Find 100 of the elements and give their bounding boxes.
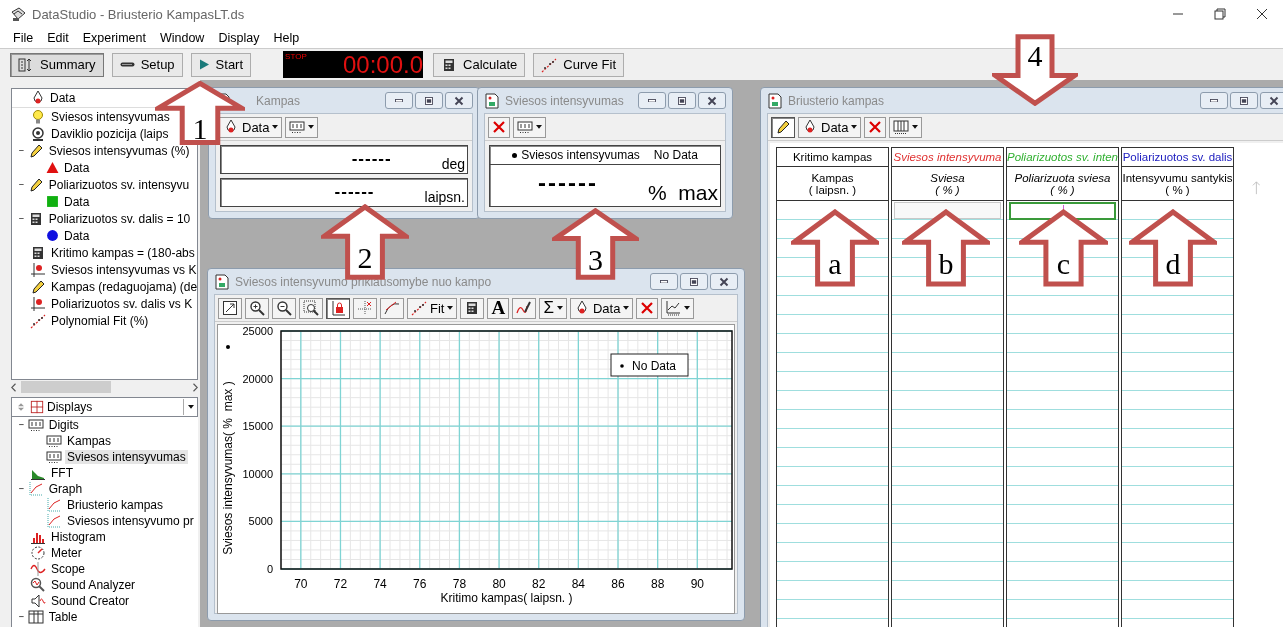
column-header: Intensyvumu santykis [1122,171,1233,184]
tree-item[interactable]: Meter [49,546,84,560]
digits-format-button[interactable] [285,116,319,138]
setup-button[interactable]: Setup [111,52,183,77]
collapse-icon[interactable] [18,217,25,220]
data-lock-button[interactable] [326,297,350,319]
delete-button[interactable] [864,116,887,138]
minimize-button[interactable] [385,92,413,109]
zoom-out-button[interactable] [272,297,296,319]
statistics-button[interactable]: Σ [539,297,567,319]
close-button[interactable] [1260,92,1283,109]
tree-item[interactable]: Data [62,160,92,175]
table-cell[interactable] [894,202,1001,219]
window-title: Sviesos intensyvumo priklausomybe nuo kampo [235,274,492,289]
note-button[interactable] [512,297,537,319]
fit-button[interactable]: Curve Fit [533,52,624,77]
zoom-select-icon [303,300,319,316]
tree-item[interactable]: Poliarizuotos sv. intensyvu [46,177,192,192]
tree-item[interactable]: Sound Creator [49,594,132,608]
menu-item[interactable]: Display [211,31,267,45]
close-button[interactable] [445,92,473,109]
data-button[interactable]: Data [219,116,283,138]
zoom-select-button[interactable] [299,297,323,319]
caret-icon [187,405,194,409]
callout-label: b [937,248,955,280]
data-button[interactable]: Data [569,297,634,319]
maximize-button[interactable] [668,92,696,109]
columns-button[interactable] [889,116,923,138]
maximize-button[interactable] [415,92,443,109]
tree-item[interactable]: Kritimo kampas = (180-abs [49,245,197,260]
tree-item[interactable]: Data [62,228,92,243]
grid-icon [30,400,44,414]
axis-tick-label: 74 [373,577,387,591]
tree-item[interactable]: Sviesos intensyvumas (%) [46,143,192,158]
delete-button[interactable] [636,297,659,319]
tree-item[interactable]: Daviklio pozicija (laips [49,126,171,141]
minimize-icon [648,98,656,103]
column-header: Poliarizuota sviesa [1014,171,1111,184]
minimize-button[interactable] [1200,92,1228,109]
slope-tool-button[interactable] [380,297,404,319]
tree-item[interactable]: Digits [46,418,81,432]
tree-item[interactable]: Graph [46,482,85,496]
summary-button[interactable]: Summary [10,52,104,77]
drop-icon [223,119,239,135]
menu-item[interactable]: Experiment [75,31,153,45]
tree-item[interactable]: Sviesos intensyvumo pr [65,514,196,528]
calculate-button[interactable]: Calculate [433,52,526,77]
maximize-button[interactable] [680,273,708,290]
zoom-in-button[interactable] [245,297,269,319]
calculator-button[interactable] [460,297,485,319]
tree-item[interactable]: Data [62,194,92,209]
close-button[interactable] [710,273,738,290]
table-cell[interactable] [1009,202,1116,220]
tree-item[interactable]: Sviesos intensyvumas [65,450,188,464]
minimize-button[interactable] [650,273,678,290]
graph-settings-button[interactable] [661,297,695,319]
tree-item[interactable]: FFT [49,466,75,480]
text-button[interactable]: A [487,297,510,319]
edit-button[interactable] [771,116,795,138]
maximize-button[interactable] [1230,92,1258,109]
scrollbar-thumb[interactable] [21,381,111,393]
line-graph-icon [46,513,62,529]
tree-item[interactable]: Polynomial Fit (%) [49,313,151,328]
tree-item[interactable]: Poliarizuotos sv. dalis vs K [49,296,195,311]
digits-icon [46,433,62,449]
column-header: Kampas [811,171,854,184]
menu-item[interactable]: Help [266,31,307,45]
displays-field[interactable]: Displays [11,397,198,417]
minimize-button[interactable] [638,92,666,109]
tree-item[interactable]: Kampas (redaguojama) (de [49,279,197,294]
data-button[interactable]: Data [798,116,862,138]
tree-item[interactable]: Poliarizuotos sv. dalis = 10 [46,211,193,226]
close-button[interactable] [698,92,726,109]
menu-item[interactable]: Edit [40,31,76,45]
tree-item[interactable]: Sound Analyzer [49,578,138,592]
delete-button[interactable] [488,116,510,138]
dropdown-button[interactable] [183,399,197,415]
tree-item[interactable]: Scope [49,562,88,576]
axis-tick-label: 10000 [242,467,273,480]
digits-format-button[interactable] [513,116,546,138]
pencil-icon [27,176,44,193]
tree-item[interactable]: Kampas [65,434,114,448]
graph-settings-icon [665,300,682,316]
legend-label: Sviesos intensyvumas [521,148,640,162]
axis-tick-label: 88 [651,577,665,591]
tree-item[interactable]: Sviesos intensyvumas vs K [49,262,197,277]
menu-item[interactable]: Window [152,31,212,45]
tree-item[interactable]: Sviesos intensyvumas [49,109,172,124]
start-button[interactable]: Start [190,52,252,77]
menu-item[interactable]: File [6,31,41,45]
tree-item[interactable]: Table [46,610,80,624]
fit-button[interactable]: Fit [407,297,458,319]
calculator-icon [30,244,46,261]
tree-item[interactable]: Histogram [49,530,108,544]
tree-item[interactable]: Briusterio kampas [65,498,166,512]
column-unit: ( % ) [1050,183,1075,196]
scale-to-fit-button[interactable] [218,297,242,319]
collapse-icon[interactable] [18,183,25,186]
collapse-icon[interactable] [18,149,25,152]
pencil-icon [27,142,44,159]
